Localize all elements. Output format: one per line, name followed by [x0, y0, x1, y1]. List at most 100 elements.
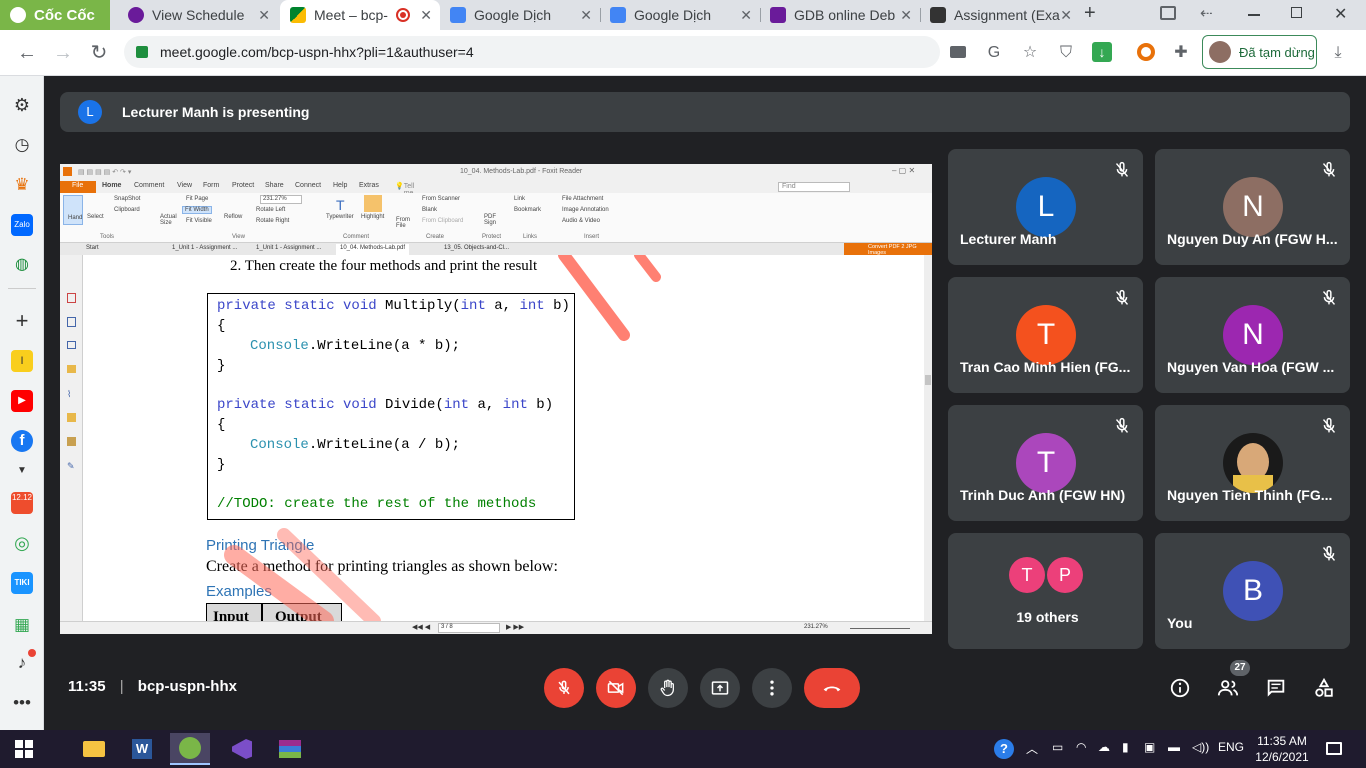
tab-search-icon[interactable] [1160, 6, 1176, 20]
file-attachment-button[interactable]: File Attachment [562, 196, 603, 202]
menu-view[interactable]: View [177, 182, 192, 189]
new-tab-button[interactable]: + [1084, 2, 1096, 25]
close-icon[interactable]: ✕ [580, 7, 592, 24]
participant-tile[interactable]: T Tran Cao Minh Hien (FG... [948, 277, 1143, 393]
highlight-button[interactable]: Highlight [361, 214, 384, 220]
camera-toggle-button[interactable] [596, 668, 636, 708]
menu-form[interactable]: Form [203, 182, 219, 189]
clipboard-button[interactable]: Clipboard [114, 207, 140, 213]
wifi-icon[interactable]: ◠ [1076, 740, 1086, 754]
pdf-page[interactable]: 2. Then create the four methods and prin… [84, 255, 926, 621]
zoom-input[interactable]: 231.27% [260, 195, 302, 204]
comments-icon[interactable] [67, 365, 76, 373]
microphone-tray-icon[interactable]: ▮ [1122, 740, 1129, 754]
microphone-toggle-button[interactable] [544, 668, 584, 708]
bookmark-button[interactable]: Bookmark [514, 207, 541, 213]
reload-icon[interactable]: ↻ [86, 40, 112, 66]
zoom-slider[interactable] [850, 628, 910, 629]
facebook-icon[interactable]: f [11, 430, 33, 452]
menu-comment[interactable]: Comment [134, 182, 164, 189]
menu-help[interactable]: Help [333, 182, 347, 189]
extensions-puzzle-icon[interactable]: ✚ [1170, 42, 1192, 64]
doc-tab[interactable]: 1_Unit 1 - Assignment ... [168, 244, 241, 255]
winrar-icon[interactable] [270, 733, 310, 765]
windows-start-icon[interactable] [4, 733, 44, 765]
close-icon[interactable]: ✕ [900, 7, 912, 24]
word-icon[interactable]: W [122, 733, 162, 765]
cloud-icon[interactable]: ☁ [1098, 740, 1110, 754]
window-close-icon[interactable]: ✕ [1334, 4, 1347, 24]
language-indicator[interactable]: ENG [1218, 740, 1244, 754]
scrollbar-thumb[interactable] [925, 375, 931, 385]
rotate-left-button[interactable]: Rotate Left [256, 207, 285, 213]
typewriter-button[interactable]: Typewriter [326, 214, 354, 220]
shield-icon[interactable]: ⛉ [1055, 42, 1077, 64]
coccoc-menu-button[interactable]: Cốc Cốc [0, 0, 110, 30]
next-page-icon[interactable]: ▶ ▶▶ [506, 623, 524, 631]
hand-tool-button[interactable]: Hand [63, 195, 83, 225]
reflow-button[interactable]: Reflow [224, 214, 242, 220]
tab-view-schedule[interactable]: View Schedule ✕ [118, 0, 278, 30]
maximize-icon[interactable] [1291, 7, 1302, 18]
rotate-right-button[interactable]: Rotate Right [256, 218, 289, 224]
minimize-icon[interactable] [1248, 14, 1260, 16]
youtube-icon[interactable]: ▶ [11, 390, 33, 412]
notes-icon[interactable]: I [11, 350, 33, 372]
raise-hand-button[interactable] [648, 668, 688, 708]
participant-tile[interactable]: N Nguyen Duy An (FGW H... [1155, 149, 1350, 265]
fit-width-button[interactable]: Fit Width [182, 206, 212, 214]
pages-icon[interactable] [67, 317, 76, 327]
menu-file[interactable]: File [60, 181, 96, 193]
lock-icon[interactable] [67, 413, 76, 422]
security-icon[interactable] [67, 437, 76, 446]
volume-icon[interactable]: ◁)) [1192, 740, 1209, 754]
visual-studio-icon[interactable] [222, 733, 262, 765]
coccoc-game-icon[interactable]: ◎ [11, 532, 33, 554]
back-pinned-icon[interactable]: ⇠ [1200, 4, 1213, 22]
tab-meet[interactable]: Meet – bcp- ✕ [280, 0, 440, 30]
tray-chevron-up-icon[interactable]: ︿ [1026, 740, 1038, 757]
close-icon[interactable]: ✕ [1060, 7, 1072, 24]
shared-screen[interactable]: ▤ ▤ ▤ ▤ ↶ ↷ ▾ 10_04. Methods-Lab.pdf - F… [60, 164, 932, 634]
tab-google-translate-2[interactable]: Google Dịch ✕ [600, 0, 760, 30]
more-icon[interactable]: ••• [11, 692, 33, 714]
people-button[interactable] [1216, 676, 1240, 700]
audio-video-button[interactable]: Audio & Video [562, 218, 600, 224]
from-scanner-button[interactable]: From Scanner [422, 196, 460, 202]
layers-icon[interactable] [67, 341, 76, 349]
tell-me-box[interactable]: 💡 Tell me what you want to [395, 182, 419, 225]
page-icon[interactable] [67, 293, 76, 303]
fit-page-button[interactable]: Fit Page [186, 196, 208, 202]
fit-visible-button[interactable]: Fit Visible [186, 218, 212, 224]
doc-tab-active[interactable]: 10_04. Methods-Lab.pdf [336, 244, 410, 255]
blank-button[interactable]: Blank [422, 207, 437, 213]
notification-center-icon[interactable] [1326, 742, 1342, 755]
menu-extras[interactable]: Extras [359, 182, 379, 189]
back-icon[interactable]: ← [14, 40, 40, 66]
menu-share[interactable]: Share [265, 182, 284, 189]
battery-icon[interactable]: ▬ [1168, 740, 1180, 754]
meet-now-icon[interactable]: ▭ [1052, 740, 1063, 754]
find-input[interactable]: Find [778, 182, 850, 192]
leave-call-button[interactable] [804, 668, 860, 708]
tiki-icon[interactable]: TIKI [11, 572, 33, 594]
coccoc-extension-icon[interactable] [1137, 43, 1155, 61]
pdf-sign-button[interactable]: PDF Sign [484, 214, 500, 226]
doc-tab[interactable]: 1_Unit 1 - Assignment ... [252, 244, 325, 255]
translate-page-icon[interactable]: G [983, 42, 1005, 64]
tab-gdb-online[interactable]: GDB online Deb ✕ [760, 0, 920, 30]
self-tile[interactable]: B You [1155, 533, 1350, 649]
gamepad-icon[interactable]: ◍ [11, 254, 33, 276]
calendar-icon[interactable]: ▦ [11, 614, 33, 636]
file-explorer-icon[interactable] [74, 733, 114, 765]
settings-gear-icon[interactable]: ⚙ [11, 94, 33, 116]
chat-button[interactable] [1264, 676, 1288, 700]
display-icon[interactable]: ▣ [1144, 740, 1155, 754]
others-tile[interactable]: T P 19 others [948, 533, 1143, 649]
activities-button[interactable] [1312, 676, 1336, 700]
clock[interactable]: 11:35 AM 12/6/2021 [1252, 733, 1312, 765]
attachment-icon[interactable]: ⌇ [67, 389, 71, 400]
doc-tab[interactable]: 13_05. Objects-and-Cl... [440, 244, 513, 255]
convert-banner[interactable]: Convert PDF 2 JPG Images [844, 243, 932, 256]
help-icon[interactable]: ? [994, 739, 1014, 759]
